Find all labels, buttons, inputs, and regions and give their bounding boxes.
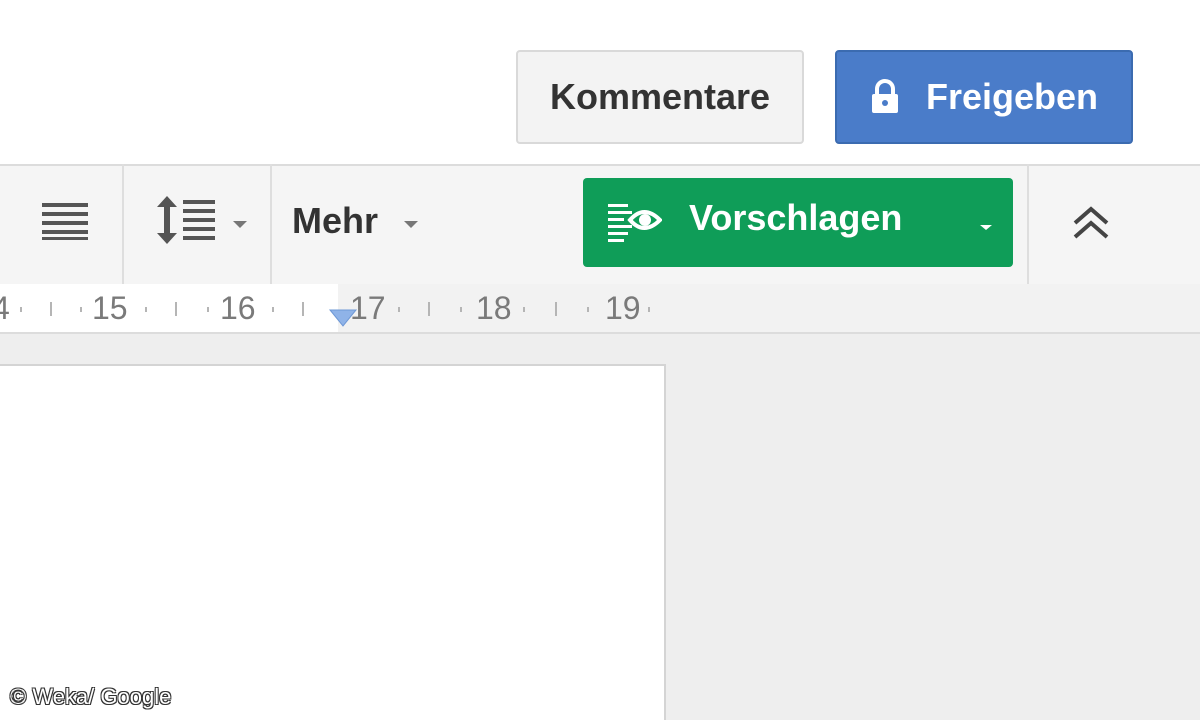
- toolbar-separator: [1027, 164, 1029, 284]
- ruler-tick: [398, 307, 400, 312]
- suggest-eye-icon: [608, 200, 663, 255]
- ruler-tick: [207, 307, 209, 312]
- collapse-toolbar-icon: [1073, 206, 1109, 239]
- suggesting-mode-button[interactable]: Vorschlagen: [583, 178, 1013, 267]
- toolbar-separator: [270, 164, 272, 284]
- collapse-toolbar-button[interactable]: [1060, 198, 1122, 248]
- chevron-down-icon: [233, 220, 247, 228]
- ruler-tick: [648, 307, 650, 312]
- ruler-tick: [80, 307, 82, 312]
- indent-marker-icon[interactable]: [328, 306, 358, 330]
- ruler-number: 19: [605, 290, 641, 326]
- ruler-tick: [523, 307, 525, 312]
- chevron-down-icon[interactable]: [980, 225, 992, 230]
- suggesting-mode-label: Vorschlagen: [689, 197, 903, 238]
- ruler-tick: [272, 307, 274, 312]
- share-button[interactable]: Freigeben: [835, 50, 1133, 144]
- lock-icon: [870, 79, 900, 115]
- document-canvas: [0, 334, 1200, 720]
- more-menu[interactable]: Mehr: [292, 196, 419, 246]
- justify-icon: [42, 203, 88, 240]
- ruler-tick: [302, 302, 304, 316]
- ruler-tick: [587, 307, 589, 312]
- share-label: Freigeben: [925, 76, 1099, 117]
- comments-button[interactable]: Kommentare: [516, 50, 804, 144]
- line-spacing-button[interactable]: [148, 192, 252, 248]
- line-spacing-icon: [157, 196, 215, 244]
- ruler-tick: [555, 302, 557, 316]
- top-bar: Kommentare Freigeben: [0, 0, 1200, 164]
- ruler-number: 15: [92, 290, 128, 326]
- ruler-tick: [460, 307, 462, 312]
- chevron-down-icon: [404, 220, 419, 228]
- more-label: Mehr: [292, 200, 379, 241]
- ruler-number: 18: [476, 290, 512, 326]
- image-credit: © Weka/ Google: [10, 684, 172, 709]
- ruler-tick: [50, 302, 52, 316]
- document-page[interactable]: [0, 364, 666, 720]
- ruler-number: 4: [0, 290, 10, 326]
- ruler-number: 16: [220, 290, 256, 326]
- ruler-tick: [20, 307, 22, 312]
- justify-button[interactable]: [36, 196, 94, 246]
- ruler: 4 15 16 17 18 19: [0, 284, 1200, 334]
- ruler-tick: [145, 307, 147, 312]
- ruler-tick: [428, 302, 430, 316]
- toolbar-separator: [122, 164, 124, 284]
- ruler-tick: [175, 302, 177, 316]
